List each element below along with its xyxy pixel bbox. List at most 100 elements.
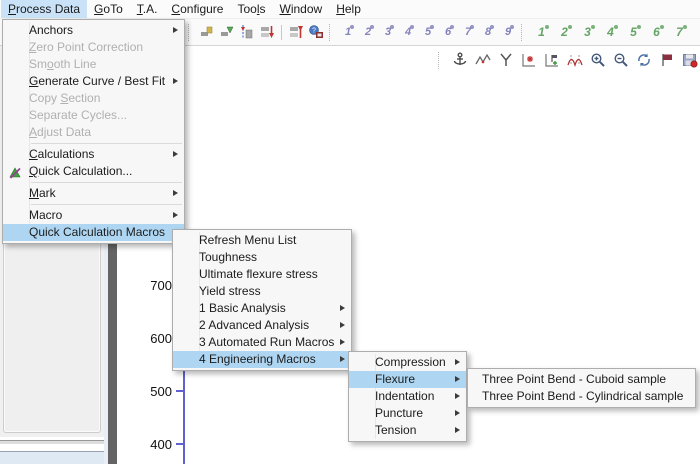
menu-item-mark[interactable]: Mark [3, 185, 184, 202]
menu-item-adjust-data: Adjust Data [3, 124, 184, 141]
macro-9-blue-button[interactable]: 9 [499, 23, 517, 41]
macro-1-green-button[interactable]: 1 [531, 23, 552, 41]
quick-calculation-icon [8, 165, 22, 179]
menu-item-yield-stress[interactable]: Yield stress [173, 283, 351, 300]
menu-item-separate-cycles: Separate Cycles... [3, 107, 184, 124]
submenu-arrow-icon [340, 356, 345, 362]
align-probe-button[interactable] [238, 23, 256, 41]
save-data-button[interactable] [681, 51, 699, 69]
submenu-arrow-icon [340, 339, 345, 345]
submenu-arrow-icon [173, 190, 178, 196]
menubar-goto[interactable]: GoTo [87, 0, 130, 18]
macro-6-blue-button[interactable]: 6 [439, 23, 457, 41]
chart-flag-button[interactable] [543, 51, 561, 69]
zoom-in-button[interactable] [589, 51, 607, 69]
menu-item-tension[interactable]: Tension [349, 422, 466, 439]
process-data-menu: Anchors Zero Point Correction Smooth Lin… [2, 19, 185, 244]
menubar-ta[interactable]: T.A. [130, 0, 165, 18]
menu-item-puncture[interactable]: Puncture [349, 405, 466, 422]
toolbar-separator [521, 24, 527, 41]
macro-4-green-button[interactable]: 4 [600, 23, 621, 41]
macro-6-green-button[interactable]: 6 [646, 23, 667, 41]
macro-5-blue-button[interactable]: 5 [419, 23, 437, 41]
menu-item-quick-calculation[interactable]: Quick Calculation... [3, 163, 184, 180]
macro-4-blue-button[interactable]: 4 [399, 23, 417, 41]
menu-item-generate-curve-best-fit[interactable]: Generate Curve / Best Fit [3, 73, 184, 90]
zoom-out-icon [613, 52, 629, 68]
probe-down-button[interactable] [258, 23, 276, 41]
menu-separator [31, 182, 182, 183]
menubar-help[interactable]: Help [329, 0, 368, 18]
peaks-icon [567, 52, 583, 68]
submenu-arrow-icon [173, 27, 178, 33]
quick-calculation-macros-menu: Refresh Menu List Toughness Ultimate fle… [172, 229, 352, 371]
menu-item-copy-section: Copy Section [3, 90, 184, 107]
macro-2-green-button[interactable]: 2 [554, 23, 575, 41]
flag-button[interactable] [658, 51, 676, 69]
anchor-button[interactable] [451, 51, 469, 69]
menubar-configure[interactable]: Configure [164, 0, 230, 18]
macro-8-blue-button[interactable]: 8 [479, 23, 497, 41]
branch-button[interactable] [497, 51, 515, 69]
menu-item-ultimate-flexure-stress[interactable]: Ultimate flexure stress [173, 266, 351, 283]
toolbar-separator [188, 24, 194, 41]
probe-up-icon [288, 24, 304, 40]
y-axis-label-500: 500 [138, 384, 172, 399]
toolbar-separator [281, 25, 282, 40]
menu-item-toughness[interactable]: Toughness [173, 249, 351, 266]
submenu-arrow-icon [455, 393, 460, 399]
run-settings-button[interactable]: ? [307, 23, 325, 41]
horizontal-splitter[interactable] [0, 440, 104, 445]
menu-item-anchors[interactable]: Anchors [3, 22, 184, 39]
probe-attach-button[interactable] [218, 23, 236, 41]
refresh-button[interactable] [635, 51, 653, 69]
menu-item-indentation[interactable]: Indentation [349, 388, 466, 405]
menu-item-three-point-bend-cylindrical[interactable]: Three Point Bend - Cylindrical sample [468, 388, 695, 405]
peaks-button[interactable] [566, 51, 584, 69]
refresh-icon [636, 52, 652, 68]
smooth-curve-button[interactable] [474, 51, 492, 69]
graph-toolbar [436, 49, 699, 71]
menu-item-calculations[interactable]: Calculations [3, 146, 184, 163]
probe-elbow-button[interactable] [198, 23, 216, 41]
y-axis-label-600: 600 [138, 331, 172, 346]
smooth-curve-icon [475, 52, 491, 68]
menubar-tools[interactable]: Tools [230, 0, 272, 18]
submenu-arrow-icon [173, 78, 178, 84]
submenu-arrow-icon [173, 212, 178, 218]
menu-item-macro[interactable]: Macro [3, 207, 184, 224]
probe-up-button[interactable] [287, 23, 305, 41]
menu-item-basic-analysis[interactable]: 1 Basic Analysis [173, 300, 351, 317]
macro-2-blue-button[interactable]: 2 [359, 23, 377, 41]
branch-icon [498, 52, 514, 68]
chart-marker-button[interactable] [520, 51, 538, 69]
menu-item-smooth-line: Smooth Line [3, 56, 184, 73]
menu-item-engineering-macros[interactable]: 4 Engineering Macros [173, 351, 351, 368]
macro-3-green-button[interactable]: 3 [577, 23, 598, 41]
menu-item-compression[interactable]: Compression [349, 354, 466, 371]
menu-item-quick-calculation-macros[interactable]: Quick Calculation Macros [3, 224, 184, 241]
submenu-arrow-icon [455, 376, 460, 382]
menu-item-automated-run-macros[interactable]: 3 Automated Run Macros [173, 334, 351, 351]
menu-item-refresh-menu-list[interactable]: Refresh Menu List [173, 232, 351, 249]
save-data-icon [682, 52, 698, 68]
menu-separator [31, 204, 182, 205]
macro-5-green-button[interactable]: 5 [623, 23, 644, 41]
submenu-arrow-icon [455, 410, 460, 416]
menu-item-three-point-bend-cuboid[interactable]: Three Point Bend - Cuboid sample [468, 371, 695, 388]
macro-7-blue-button[interactable]: 7 [459, 23, 477, 41]
submenu-arrow-icon [340, 305, 345, 311]
zoom-out-button[interactable] [612, 51, 630, 69]
menubar-process-data[interactable]: Process Data [1, 0, 87, 18]
svg-text:?: ? [312, 28, 316, 35]
menubar-window[interactable]: Window [273, 0, 330, 18]
macro-1-blue-button[interactable]: 1 [339, 23, 357, 41]
menu-item-advanced-analysis[interactable]: 2 Advanced Analysis [173, 317, 351, 334]
menu-item-flexure[interactable]: Flexure [349, 371, 466, 388]
macro-3-blue-button[interactable]: 3 [379, 23, 397, 41]
macro-7-green-button[interactable]: 7 [669, 23, 690, 41]
chart-marker-icon [521, 52, 537, 68]
y-axis-label-400: 400 [138, 437, 172, 452]
toolbar-separator [438, 52, 444, 69]
run-settings-icon: ? [308, 24, 324, 40]
